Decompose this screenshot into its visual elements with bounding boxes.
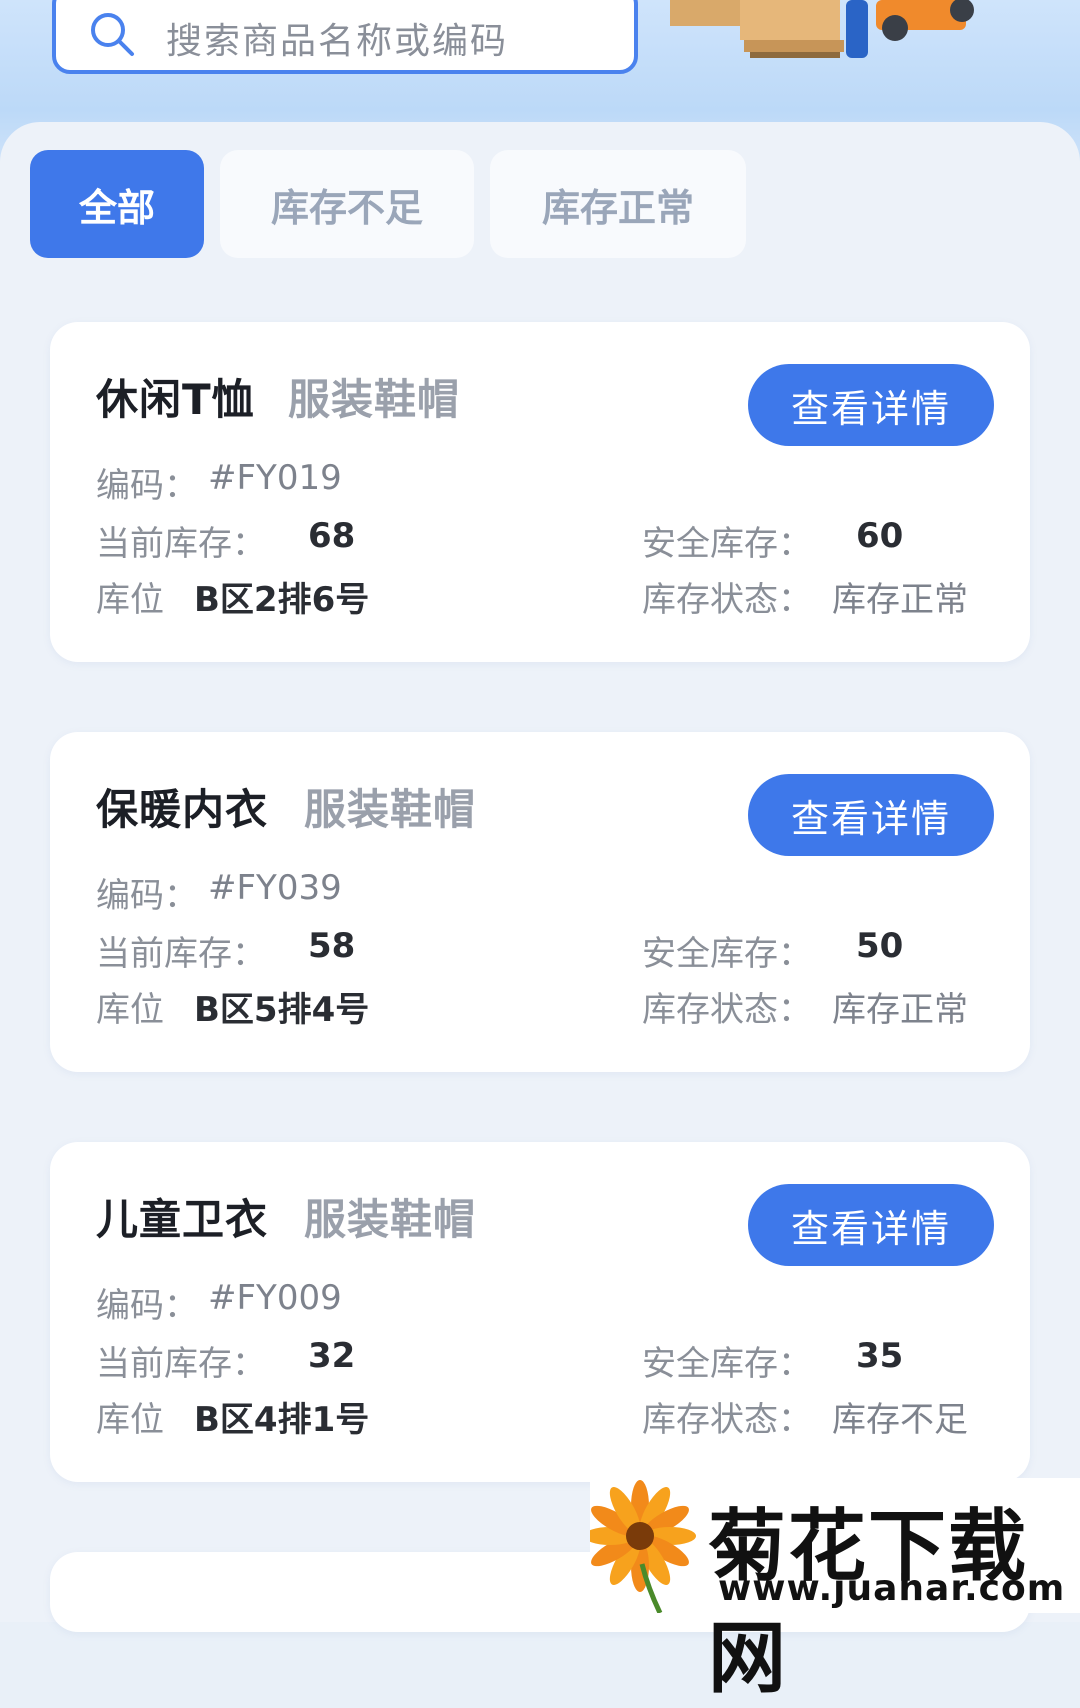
safety-stock-label: 安全库存： bbox=[642, 1344, 812, 1384]
product-category: 服装鞋帽 bbox=[288, 375, 461, 424]
view-detail-button[interactable]: 查看详情 bbox=[748, 364, 994, 446]
tab-all[interactable]: 全部 bbox=[30, 150, 204, 258]
location-value: B区4排1号 bbox=[194, 1400, 370, 1440]
current-stock-label: 当前库存： bbox=[96, 524, 266, 564]
status-label: 库存状态： bbox=[642, 580, 812, 620]
code-label: 编码： bbox=[96, 1286, 198, 1326]
current-stock-value: 68 bbox=[308, 516, 356, 556]
list-item: 保暖内衣 服装鞋帽 查看详情 编码： #FY039 当前库存： 58 安全库存：… bbox=[50, 732, 1030, 1072]
location-label: 库位 bbox=[96, 1400, 164, 1440]
status-label: 库存状态： bbox=[642, 1400, 812, 1440]
code-value: #FY009 bbox=[208, 1278, 342, 1318]
product-category: 服装鞋帽 bbox=[304, 785, 477, 834]
code-label: 编码： bbox=[96, 876, 198, 916]
safety-stock-label: 安全库存： bbox=[642, 524, 812, 564]
product-name: 保暖内衣 bbox=[96, 785, 269, 834]
watermark: 菊花下载网 www.juahar.com bbox=[590, 1478, 1080, 1704]
safety-stock-value: 60 bbox=[856, 516, 904, 556]
safety-stock-value: 50 bbox=[856, 926, 904, 966]
safety-stock-value: 35 bbox=[856, 1336, 904, 1376]
code-value: #FY039 bbox=[208, 868, 342, 908]
code-value: #FY019 bbox=[208, 458, 342, 498]
location-value: B区2排6号 bbox=[194, 580, 370, 620]
tab-low-stock[interactable]: 库存不足 bbox=[220, 150, 474, 258]
location-label: 库位 bbox=[96, 580, 164, 620]
flower-logo-icon bbox=[590, 1480, 696, 1613]
status-value: 库存正常 bbox=[832, 990, 968, 1030]
watermark-url: www.juahar.com bbox=[718, 1568, 1066, 1609]
status-value: 库存不足 bbox=[832, 1400, 968, 1440]
current-stock-value: 58 bbox=[308, 926, 356, 966]
view-detail-button[interactable]: 查看详情 bbox=[748, 774, 994, 856]
list-item: 儿童卫衣 服装鞋帽 查看详情 编码： #FY009 当前库存： 32 安全库存：… bbox=[50, 1142, 1030, 1482]
current-stock-value: 32 bbox=[308, 1336, 356, 1376]
tab-normal-stock[interactable]: 库存正常 bbox=[490, 150, 746, 258]
current-stock-label: 当前库存： bbox=[96, 934, 266, 974]
status-label: 库存状态： bbox=[642, 990, 812, 1030]
safety-stock-label: 安全库存： bbox=[642, 934, 812, 974]
search-icon bbox=[91, 13, 134, 56]
status-value: 库存正常 bbox=[832, 580, 968, 620]
location-value: B区5排4号 bbox=[194, 990, 370, 1030]
view-detail-button[interactable]: 查看详情 bbox=[748, 1184, 994, 1266]
search-bar[interactable]: 搜索商品名称或编码 bbox=[52, 0, 638, 74]
location-label: 库位 bbox=[96, 990, 164, 1030]
code-label: 编码： bbox=[96, 466, 198, 506]
product-name: 休闲T恤 bbox=[96, 375, 255, 424]
list-item: 休闲T恤 服装鞋帽 查看详情 编码： #FY019 当前库存： 68 安全库存：… bbox=[50, 322, 1030, 662]
search-input[interactable]: 搜索商品名称或编码 bbox=[166, 12, 508, 64]
current-stock-label: 当前库存： bbox=[96, 1344, 266, 1384]
product-name: 儿童卫衣 bbox=[96, 1195, 269, 1244]
warehouse-illustration bbox=[670, 0, 974, 58]
product-category: 服装鞋帽 bbox=[304, 1195, 477, 1244]
